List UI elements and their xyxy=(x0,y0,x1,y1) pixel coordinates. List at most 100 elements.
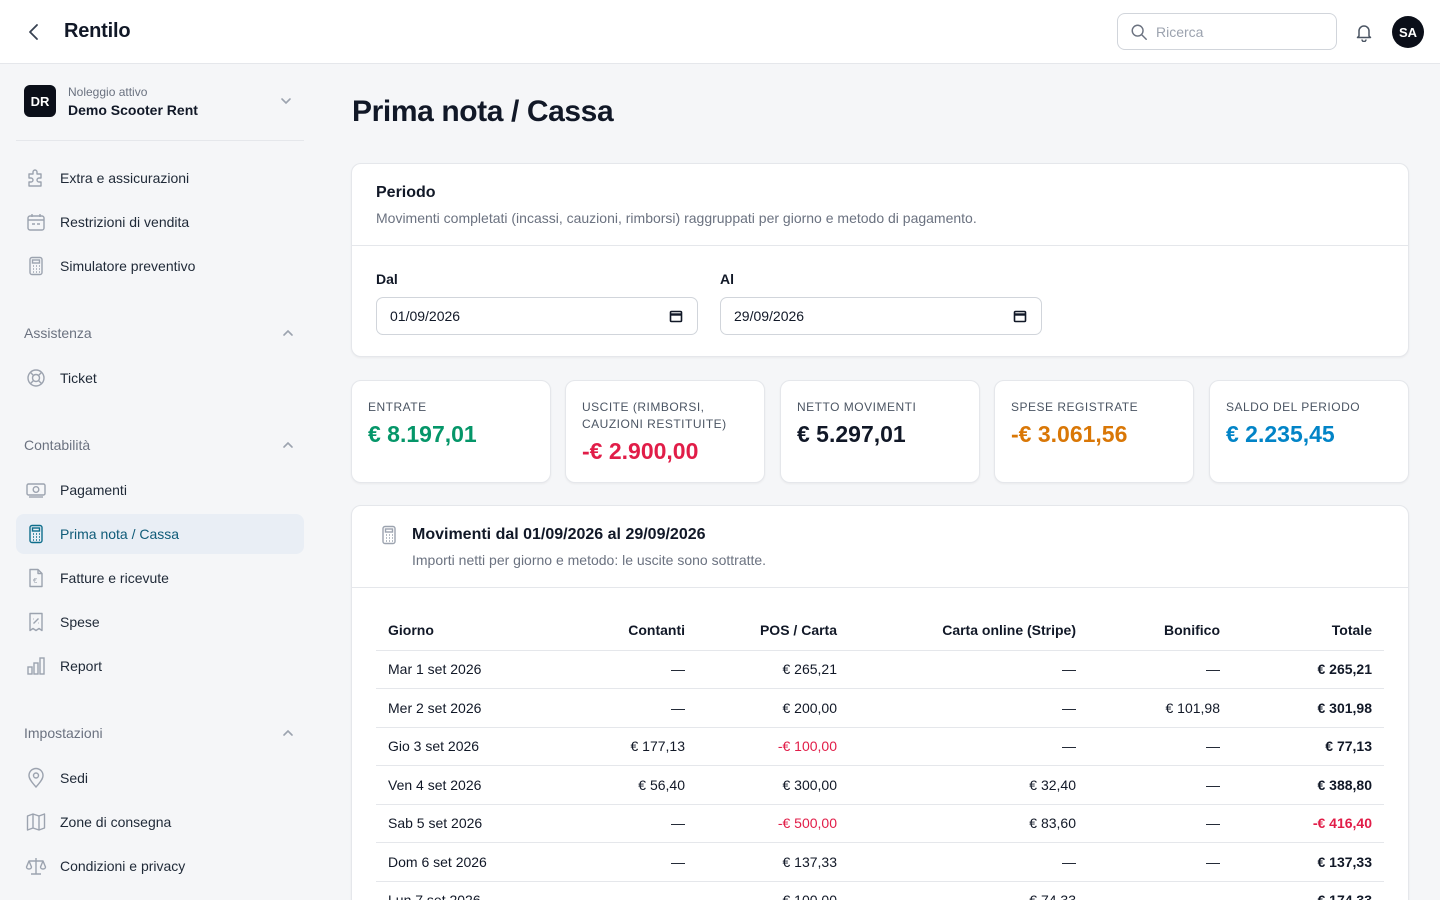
stat-label: ENTRATE xyxy=(368,400,427,414)
cell-carta-online: — xyxy=(849,650,1088,689)
section-header-contabilita[interactable]: Contabilità xyxy=(24,433,296,457)
sidebar-item-sedi[interactable]: Sedi xyxy=(16,758,304,798)
movements-description: Importi netti per giorno e metodo: le us… xyxy=(412,552,767,568)
period-card: Periodo Movimenti completati (incassi, c… xyxy=(351,163,1409,357)
calendar-icon[interactable] xyxy=(1013,309,1027,323)
banknote-icon xyxy=(24,478,48,502)
cell-carta-online: € 74,33 xyxy=(849,881,1088,900)
table-row: Sab 5 set 2026 — -€ 500,00 € 83,60 — -€ … xyxy=(376,804,1384,843)
section-title: Contabilità xyxy=(24,437,91,453)
sidebar-item-label: Extra e assicurazioni xyxy=(60,170,190,186)
cell-pos-carta: € 100,00 xyxy=(697,881,849,900)
cell-contanti: € 56,40 xyxy=(556,765,697,805)
from-date-label: Dal xyxy=(376,271,398,287)
sidebar-item-label: Condizioni e privacy xyxy=(60,858,186,874)
column-header-bonifico: Bonifico xyxy=(1088,611,1232,651)
cell-pos-carta: -€ 100,00 xyxy=(697,727,849,766)
from-date-input[interactable]: 01/09/2026 xyxy=(376,297,698,335)
bar-chart-icon xyxy=(24,654,48,678)
top-bar: Rentilo SA xyxy=(0,0,1440,64)
sidebar-item-pagamenti[interactable]: Pagamenti xyxy=(16,470,304,510)
from-date-value: 01/09/2026 xyxy=(390,308,461,324)
cell-contanti: — xyxy=(556,804,697,843)
tenant-badge: DR xyxy=(24,85,56,117)
cell-bonifico: € 101,98 xyxy=(1088,688,1232,728)
calendar-icon xyxy=(24,210,48,234)
cell-pos-carta: € 300,00 xyxy=(697,765,849,805)
sidebar-item-fatture-ricevute[interactable]: € Fatture e ricevute xyxy=(16,558,304,598)
cell-giorno: Lun 7 set 2026 xyxy=(376,881,556,900)
table-row: Dom 6 set 2026 — € 137,33 — — € 137,33 xyxy=(376,842,1384,882)
cell-bonifico: — xyxy=(1088,650,1232,689)
cell-pos-carta: € 265,21 xyxy=(697,650,849,689)
sidebar-item-label: Simulatore preventivo xyxy=(60,258,196,274)
chevron-up-icon xyxy=(283,329,293,336)
column-header-contanti: Contanti xyxy=(556,611,697,651)
to-date-input[interactable]: 29/09/2026 xyxy=(720,297,1042,335)
section-header-assistenza[interactable]: Assistenza xyxy=(24,321,296,345)
movements-card: Movimenti dal 01/09/2026 al 29/09/2026 I… xyxy=(351,505,1409,900)
sidebar-item-condizioni-privacy[interactable]: Condizioni e privacy xyxy=(16,846,304,886)
sidebar-item-report[interactable]: Report xyxy=(16,646,304,686)
sidebar-item-zone-consegna[interactable]: Zone di consegna xyxy=(16,802,304,842)
cell-pos-carta: € 137,33 xyxy=(697,842,849,882)
cell-giorno: Mer 2 set 2026 xyxy=(376,688,556,728)
search-box[interactable] xyxy=(1117,13,1337,50)
back-button[interactable] xyxy=(20,18,48,46)
cell-contanti: — xyxy=(556,881,697,900)
sidebar-item-spese[interactable]: Spese xyxy=(16,602,304,642)
period-title: Periodo xyxy=(376,184,436,201)
cell-totale: € 174,33 xyxy=(1232,881,1384,900)
chevron-up-icon xyxy=(283,729,293,736)
cell-totale: € 301,98 xyxy=(1232,688,1384,728)
search-icon xyxy=(1131,24,1147,40)
sidebar-item-label: Spese xyxy=(60,614,100,630)
sidebar-item-prima-nota-cassa[interactable]: Prima nota / Cassa xyxy=(16,514,304,554)
lifebuoy-icon xyxy=(24,366,48,390)
stat-label: SPESE REGISTRATE xyxy=(1011,400,1139,414)
sidebar-item-simulatore-preventivo[interactable]: Simulatore preventivo xyxy=(16,246,304,286)
column-header-totale: Totale xyxy=(1232,611,1384,651)
map-icon xyxy=(24,810,48,834)
sidebar-item-label: Prima nota / Cassa xyxy=(60,526,180,542)
sidebar-item-label: Sedi xyxy=(60,770,89,786)
chevron-left-icon xyxy=(29,24,38,40)
table-row: Lun 7 set 2026 — € 100,00 € 74,33 — € 17… xyxy=(376,881,1384,900)
stat-card-saldo-periodo: SALDO DEL PERIODO € 2.235,45 xyxy=(1209,380,1409,483)
stat-label: NETTO MOVIMENTI xyxy=(797,400,917,414)
cell-totale: € 77,13 xyxy=(1232,727,1384,766)
cell-carta-online: — xyxy=(849,727,1088,766)
sidebar-item-ticket[interactable]: Ticket xyxy=(16,358,304,398)
search-input[interactable] xyxy=(1156,23,1326,40)
cell-carta-online: — xyxy=(849,688,1088,728)
sidebar-item-restrizioni-vendita[interactable]: Restrizioni di vendita xyxy=(16,202,304,242)
sidebar-item-label: Report xyxy=(60,658,103,674)
calculator-icon xyxy=(382,525,396,545)
tenant-label: Noleggio attivo xyxy=(68,85,148,99)
map-pin-icon xyxy=(24,766,48,790)
bell-icon xyxy=(1356,25,1372,42)
calculator-icon xyxy=(24,522,48,546)
calculator-icon xyxy=(24,254,48,278)
stat-label: USCITE (RIMBORSI, CAUZIONI RESTITUITE) xyxy=(582,400,727,431)
sidebar-item-extra-assicurazioni[interactable]: Extra e assicurazioni xyxy=(16,158,304,198)
calendar-icon[interactable] xyxy=(669,309,683,323)
invoice-icon: € xyxy=(24,566,48,590)
period-description: Movimenti completati (incassi, cauzioni,… xyxy=(376,210,977,226)
section-title: Impostazioni xyxy=(24,725,103,741)
section-header-impostazioni[interactable]: Impostazioni xyxy=(24,721,296,745)
tenant-switcher[interactable]: DR Noleggio attivo Demo Scooter Rent xyxy=(16,79,304,141)
notifications-button[interactable] xyxy=(1351,19,1377,45)
cell-totale: € 137,33 xyxy=(1232,842,1384,882)
cell-bonifico: — xyxy=(1088,881,1232,900)
cell-bonifico: — xyxy=(1088,804,1232,843)
cell-totale: -€ 416,40 xyxy=(1232,804,1384,843)
stat-value: -€ 3.061,56 xyxy=(1011,421,1128,447)
stat-card-netto-movimenti: NETTO MOVIMENTI € 5.297,01 xyxy=(780,380,980,483)
user-avatar[interactable]: SA xyxy=(1392,16,1424,48)
stat-value: € 8.197,01 xyxy=(368,421,477,447)
cell-carta-online: € 83,60 xyxy=(849,804,1088,843)
cell-contanti: — xyxy=(556,842,697,882)
table-row: Mar 1 set 2026 — € 265,21 — — € 265,21 xyxy=(376,650,1384,689)
stat-label: SALDO DEL PERIODO xyxy=(1226,400,1361,414)
